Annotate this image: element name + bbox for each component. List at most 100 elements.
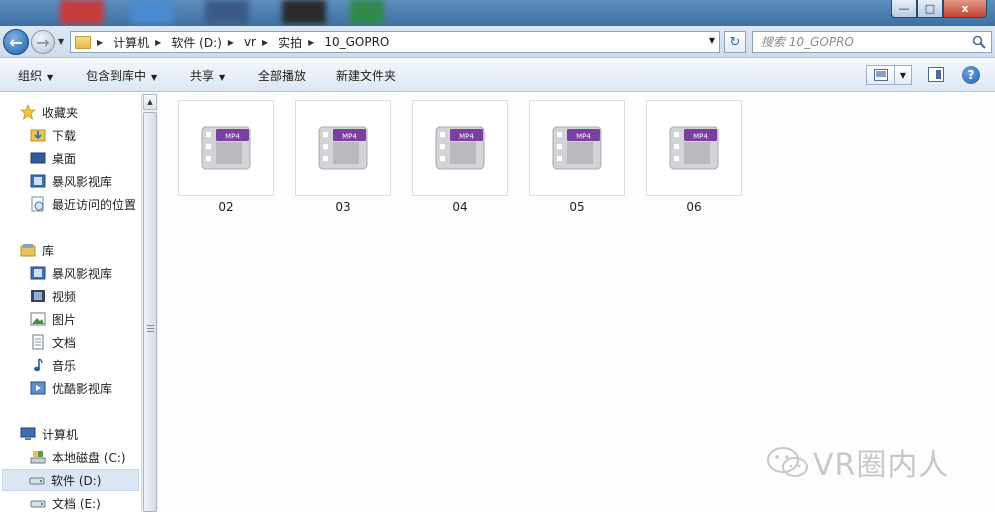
nav-computer[interactable]: 计算机: [20, 423, 78, 445]
nav-item-baofeng-library[interactable]: 暴风影视库: [30, 170, 112, 192]
pictures-icon: [30, 312, 46, 326]
library-icon: [20, 244, 36, 257]
star-icon: [20, 104, 36, 120]
svg-text:MP4: MP4: [459, 133, 474, 141]
view-icon[interactable]: [867, 66, 895, 84]
file-thumbnail[interactable]: MP4: [529, 100, 625, 196]
search-icon[interactable]: [972, 35, 986, 49]
nav-item-documents[interactable]: 文档: [30, 331, 76, 353]
nav-item-videos[interactable]: 视频: [30, 285, 76, 307]
breadcrumb-shipai[interactable]: 实拍 ▶: [278, 34, 324, 51]
nav-item-desktop[interactable]: 桌面: [30, 147, 76, 169]
breadcrumb-vr[interactable]: vr ▶: [244, 35, 278, 49]
file-name[interactable]: 06: [646, 200, 742, 214]
command-bar: 组织 ▼ 包含到库中 ▼ 共享 ▼ 全部播放 新建文件夹 ▼ ?: [0, 58, 995, 92]
minimize-button[interactable]: —: [891, 0, 917, 18]
breadcrumb-arrow-icon[interactable]: ▶: [228, 38, 234, 47]
breadcrumb-drive-d[interactable]: 软件 (D:) ▶: [171, 34, 244, 51]
document-icon: [32, 334, 44, 350]
back-arrow-icon: ←: [9, 32, 23, 52]
computer-icon: [20, 427, 36, 440]
svg-text:MP4: MP4: [225, 133, 240, 141]
video-library-icon: [30, 266, 46, 280]
navigation-scrollbar[interactable]: ▲: [141, 93, 158, 512]
mp4-video-file-icon: MP4: [435, 126, 485, 170]
nav-item-drive-e[interactable]: 文档 (E:): [30, 492, 101, 512]
new-folder-button[interactable]: 新建文件夹: [336, 67, 396, 84]
share-menu[interactable]: 共享 ▼: [190, 67, 225, 84]
file-item[interactable]: MP4 03: [295, 100, 391, 214]
play-all-button[interactable]: 全部播放: [258, 67, 306, 84]
breadcrumb-root-arrow[interactable]: ▶: [95, 38, 113, 47]
preview-pane-icon[interactable]: [928, 67, 944, 82]
breadcrumb-arrow-icon[interactable]: ▶: [155, 38, 161, 47]
include-in-library-menu[interactable]: 包含到库中 ▼: [86, 67, 157, 84]
blurred-taskbar-icon: [282, 0, 326, 24]
downloads-folder-icon: [30, 129, 46, 142]
blurred-taskbar-icon: [350, 0, 384, 24]
breadcrumb-computer[interactable]: 计算机 ▶: [113, 34, 171, 51]
address-row: ← → ▼ ▶ 计算机 ▶ 软件 (D:) ▶ vr ▶ 实拍 ▶ 10_GOPRO ▼…: [0, 26, 995, 58]
drive-icon: [30, 500, 46, 508]
navigation-pane: 收藏夹 下载 桌面 暴风影视库 最近访问的位置 库 暴风影视库 视频 图片 文档…: [0, 93, 141, 512]
file-item[interactable]: MP4 06: [646, 100, 742, 214]
back-button[interactable]: ←: [3, 29, 29, 55]
nav-item-drive-d[interactable]: 软件 (D:): [2, 469, 139, 491]
nav-item-baofeng-video-library[interactable]: 暴风影视库: [30, 262, 112, 284]
change-view-button[interactable]: ▼: [866, 65, 912, 85]
file-name[interactable]: 03: [295, 200, 391, 214]
nav-item-recent-places[interactable]: 最近访问的位置: [30, 193, 136, 215]
file-name[interactable]: 05: [529, 200, 625, 214]
folder-icon: [75, 35, 91, 49]
nav-libraries[interactable]: 库: [20, 239, 54, 261]
video-library-icon: [30, 381, 46, 395]
view-options-dropdown[interactable]: ▼: [895, 66, 911, 84]
recent-pages-dropdown[interactable]: ▼: [58, 37, 64, 46]
refresh-button[interactable]: ↻: [724, 31, 746, 53]
organize-menu[interactable]: 组织 ▼: [18, 67, 53, 84]
file-item[interactable]: MP4 02: [178, 100, 274, 214]
breadcrumb-current-folder[interactable]: 10_GOPRO: [324, 35, 389, 49]
scroll-up-button[interactable]: ▲: [143, 94, 157, 110]
refresh-icon: ↻: [729, 34, 741, 50]
breadcrumb-arrow-icon[interactable]: ▶: [262, 38, 268, 47]
nav-item-downloads[interactable]: 下载: [30, 124, 76, 146]
file-name[interactable]: 04: [412, 200, 508, 214]
scroll-thumb[interactable]: [143, 112, 157, 512]
film-strip-icon: [31, 290, 45, 302]
video-library-icon: [30, 174, 46, 188]
close-button[interactable]: x: [943, 0, 987, 18]
address-bar[interactable]: ▶ 计算机 ▶ 软件 (D:) ▶ vr ▶ 实拍 ▶ 10_GOPRO ▼: [70, 31, 720, 53]
file-thumbnail[interactable]: MP4: [295, 100, 391, 196]
blurred-taskbar-icon: [60, 0, 104, 24]
file-item[interactable]: MP4 05: [529, 100, 625, 214]
mp4-video-file-icon: MP4: [201, 126, 251, 170]
file-thumbnail[interactable]: MP4: [646, 100, 742, 196]
search-input[interactable]: [761, 35, 961, 49]
watermark: VR圈内人: [763, 440, 949, 484]
address-history-dropdown[interactable]: ▼: [709, 36, 715, 45]
file-name[interactable]: 02: [178, 200, 274, 214]
maximize-button[interactable]: □: [917, 0, 943, 18]
title-bar: — □ x: [0, 0, 995, 26]
nav-item-pictures[interactable]: 图片: [30, 308, 76, 330]
file-thumbnail[interactable]: MP4: [178, 100, 274, 196]
help-button[interactable]: ?: [962, 66, 980, 84]
watermark-text: VR圈内人: [813, 448, 950, 483]
svg-text:MP4: MP4: [576, 133, 591, 141]
forward-button[interactable]: →: [31, 30, 55, 54]
breadcrumb-arrow-icon[interactable]: ▶: [308, 38, 314, 47]
help-icon: ?: [967, 68, 975, 82]
file-thumbnail[interactable]: MP4: [412, 100, 508, 196]
search-box[interactable]: [752, 31, 992, 53]
recent-places-icon: [31, 196, 44, 212]
nav-item-youku-library[interactable]: 优酷影视库: [30, 377, 112, 399]
blurred-taskbar-icon: [205, 0, 249, 24]
file-item[interactable]: MP4 04: [412, 100, 508, 214]
nav-item-music[interactable]: 音乐: [30, 354, 76, 376]
mp4-video-file-icon: MP4: [552, 126, 602, 170]
nav-item-drive-c[interactable]: 本地磁盘 (C:): [30, 446, 126, 468]
svg-text:MP4: MP4: [342, 133, 357, 141]
grip-icon: [147, 325, 154, 332]
nav-favorites[interactable]: 收藏夹: [20, 101, 78, 123]
